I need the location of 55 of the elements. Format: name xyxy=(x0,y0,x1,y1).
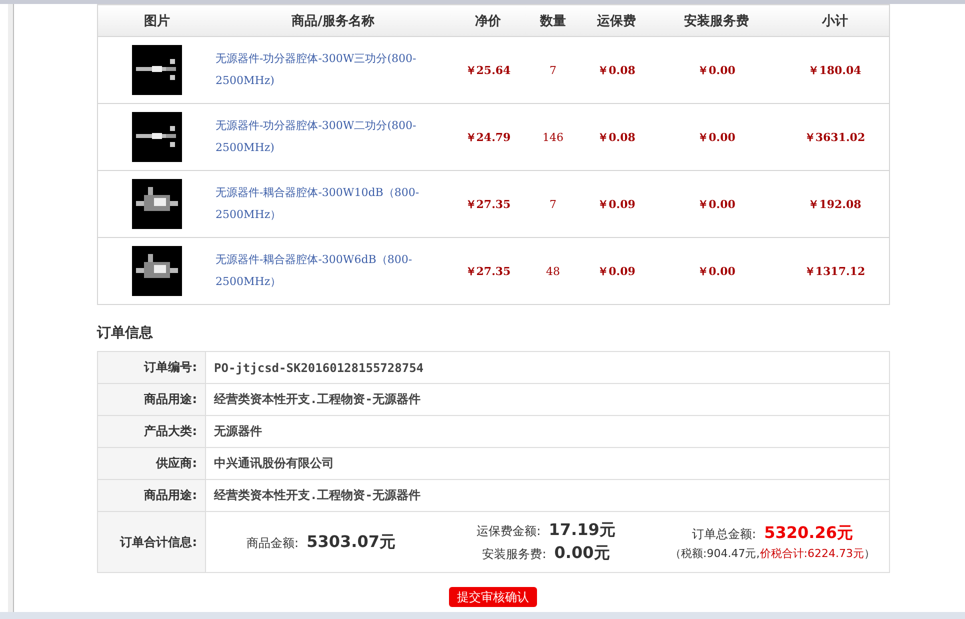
column-header: 数量 xyxy=(526,4,580,36)
field-value: 无源器件 xyxy=(206,416,890,448)
shipping-fee: ￥0.08 xyxy=(598,64,636,76)
net-price: ￥27.35 xyxy=(465,264,511,278)
product-link[interactable]: 无源器件-功分器腔体-300W三功分(800-2500MHz) xyxy=(216,48,450,92)
shipping-amount: 17.19元 xyxy=(548,520,616,541)
install-fee: ￥0.00 xyxy=(698,264,736,278)
goods-amount: 5303.07元 xyxy=(306,532,396,552)
product-link[interactable]: 无源器件-耦合器腔体-300W10dB（800-2500MHz） xyxy=(216,182,450,226)
field-value: 中兴通讯股份有限公司 xyxy=(206,448,890,480)
net-price: ￥24.79 xyxy=(465,130,511,144)
subtotal: ￥192.08 xyxy=(808,198,862,210)
column-header: 小计 xyxy=(780,4,890,36)
install-fee: ￥0.00 xyxy=(698,198,736,210)
column-header: 图片 xyxy=(98,4,216,36)
install-fee: ￥0.00 xyxy=(698,130,736,144)
product-link[interactable]: 无源器件-耦合器腔体-300W6dB（800-2500MHz） xyxy=(216,249,450,293)
total-amount-label: 订单总金额: xyxy=(692,526,756,543)
product-link[interactable]: 无源器件-功分器腔体-300W二功分(800-2500MHz) xyxy=(216,115,450,159)
net-price: ￥25.64 xyxy=(465,64,511,76)
quantity: 7 xyxy=(550,64,556,77)
tax-amount: （税额:904.47元, xyxy=(670,546,760,561)
field-label: 商品用途: xyxy=(98,480,206,512)
tax-inclusive-total: 价税合计:6224.73元 xyxy=(760,546,864,561)
subtotal: ￥180.04 xyxy=(808,64,862,76)
field-label: 供应商: xyxy=(98,448,206,480)
field-value: 经营类资本性开支.工程物资-无源器件 xyxy=(206,480,890,512)
column-header: 安装服务费 xyxy=(652,4,780,36)
total-amount: 5320.26元 xyxy=(764,523,853,544)
shipping-fee: ￥0.08 xyxy=(598,130,636,144)
shipping-amount-label: 运保费金额: xyxy=(476,523,541,540)
install-amount-label: 安装服务费: xyxy=(482,546,546,563)
quantity: 146 xyxy=(542,131,564,144)
section-title: 订单信息 xyxy=(97,324,154,342)
column-header: 净价 xyxy=(450,4,526,36)
field-value: 经营类资本性开支.工程物资-无源器件 xyxy=(206,384,890,416)
shipping-fee: ￥0.09 xyxy=(598,198,636,210)
field-label: 商品用途: xyxy=(98,384,206,416)
submit-button[interactable]: 提交审核确认 xyxy=(449,587,537,607)
quantity: 7 xyxy=(550,198,556,211)
field-label: 产品大类: xyxy=(98,416,206,448)
field-label: 订单合计信息: xyxy=(98,512,206,572)
field-value: PO-jtjcsd-SK20160128155728754 xyxy=(206,352,890,384)
net-price: ￥27.35 xyxy=(465,198,511,210)
subtotal: ￥3631.02 xyxy=(804,130,866,144)
install-amount: 0.00元 xyxy=(554,543,610,564)
subtotal: ￥1317.12 xyxy=(804,264,866,278)
goods-amount-label: 商品金额: xyxy=(246,534,299,552)
shipping-fee: ￥0.09 xyxy=(598,264,636,278)
quantity: 48 xyxy=(546,265,560,278)
closing-bracket: ） xyxy=(864,546,875,561)
column-header: 商品/服务名称 xyxy=(216,4,450,36)
field-label: 订单编号: xyxy=(98,352,206,384)
install-fee: ￥0.00 xyxy=(698,64,736,76)
column-header: 运保费 xyxy=(580,4,652,36)
